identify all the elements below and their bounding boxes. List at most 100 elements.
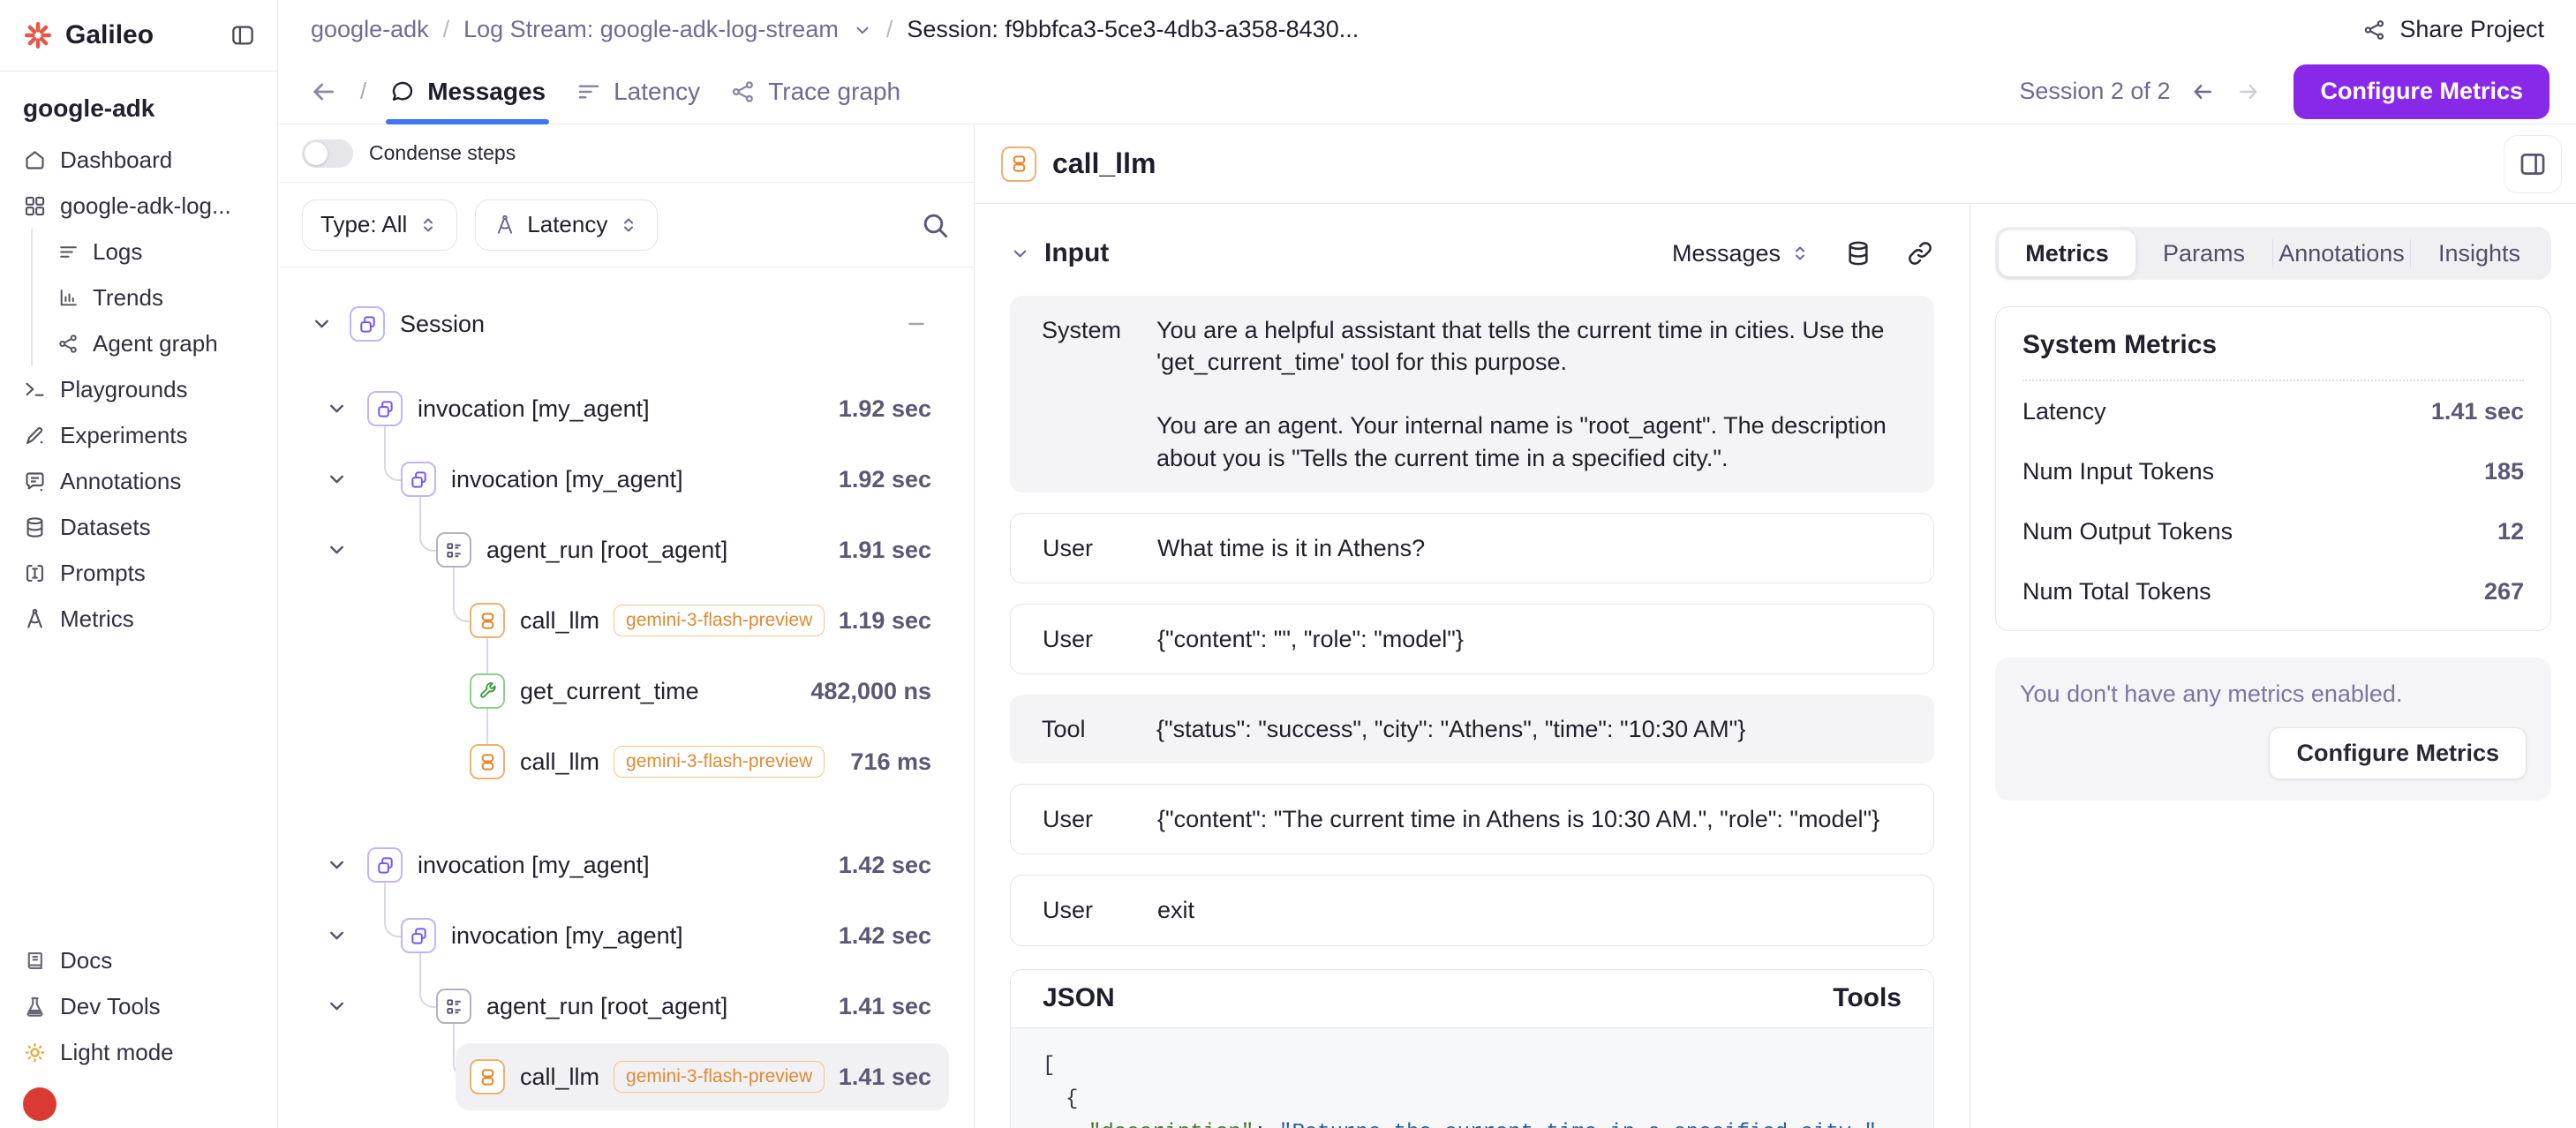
chevron-down-icon[interactable] bbox=[853, 20, 872, 40]
invocation-icon bbox=[367, 391, 403, 426]
tab-messages[interactable]: Messages bbox=[389, 59, 546, 124]
tree-row-label: call_llm bbox=[520, 748, 599, 776]
tab-metrics[interactable]: Metrics bbox=[1999, 230, 2135, 276]
tab-trace-graph[interactable]: Trace graph bbox=[730, 59, 900, 124]
sidebar-item-label: Playgrounds bbox=[60, 376, 188, 403]
invocation-icon bbox=[401, 462, 436, 497]
tree-row-session[interactable]: Session bbox=[279, 289, 974, 359]
tree-row-duration: 1.42 sec bbox=[839, 852, 974, 879]
metrics-empty-state: You don't have any metrics enabled. Conf… bbox=[1995, 658, 2551, 801]
sidebar-item-metrics[interactable]: Metrics bbox=[0, 596, 277, 642]
sidebar-item-experiments[interactable]: Experiments bbox=[0, 412, 277, 458]
tree-row-invocation[interactable]: invocation [my_agent] 1.42 sec bbox=[279, 900, 974, 971]
tree-row-agent-run[interactable]: agent_run [root_agent] 1.91 sec bbox=[279, 515, 974, 585]
raw-data-icon[interactable] bbox=[1844, 239, 1872, 267]
message-text: exit bbox=[1157, 894, 1902, 926]
metric-sort-select[interactable]: Latency bbox=[475, 199, 658, 251]
sidebar-item-agent-graph[interactable]: Agent graph bbox=[33, 320, 277, 366]
message-text: {"status": "success", "city": "Athens", … bbox=[1156, 713, 1902, 745]
chevron-down-icon[interactable] bbox=[326, 996, 348, 1018]
detail-region: call_llm Input Messages bbox=[975, 124, 2576, 1128]
sidebar-item-dashboard[interactable]: Dashboard bbox=[0, 137, 277, 183]
panel-right-icon bbox=[2518, 149, 2548, 179]
llm-icon bbox=[1001, 147, 1036, 182]
sidebar-item-datasets[interactable]: Datasets bbox=[0, 504, 277, 550]
message-card-user: User {"content": "", "role": "model"} bbox=[1010, 604, 1934, 674]
sidebar-item-logs[interactable]: Logs bbox=[33, 229, 277, 274]
configure-metrics-secondary-button[interactable]: Configure Metrics bbox=[2269, 727, 2527, 779]
model-badge: gemini-3-flash-preview bbox=[614, 1061, 825, 1093]
sidebar-item-light-mode[interactable]: Light mode bbox=[0, 1029, 277, 1075]
sidebar-item-label: Metrics bbox=[60, 605, 134, 633]
breadcrumb-session: Session: f9bbfca3-5ce3-4db3-a358-8430... bbox=[907, 16, 1359, 43]
chevron-down-icon[interactable] bbox=[326, 925, 348, 947]
top-header: google-adk / Log Stream: google-adk-log-… bbox=[279, 0, 2576, 59]
sidebar-item-docs[interactable]: Docs bbox=[0, 937, 277, 983]
tree-row-invocation[interactable]: invocation [my_agent] 1.92 sec bbox=[279, 444, 974, 515]
breadcrumb-project[interactable]: google-adk bbox=[311, 16, 429, 43]
tab-bar-right: Session 2 of 2 Configure Metrics bbox=[2019, 64, 2550, 119]
chevron-down-icon[interactable] bbox=[326, 854, 348, 876]
chevron-down-icon[interactable] bbox=[1010, 244, 1030, 264]
app-title: Galileo bbox=[65, 20, 217, 50]
path-separator: / bbox=[360, 78, 366, 105]
next-session-arrow-icon[interactable] bbox=[2235, 79, 2262, 105]
sidebar-item-log-stream[interactable]: google-adk-log... bbox=[0, 183, 277, 229]
tree-row-call-llm[interactable]: call_llm gemini-3-flash-preview 716 ms bbox=[279, 726, 974, 797]
metric-value: 185 bbox=[2484, 458, 2524, 485]
tree-row-duration: 1.19 sec bbox=[839, 607, 974, 635]
chat-bubble-icon bbox=[389, 79, 416, 105]
breadcrumb-log-stream[interactable]: Log Stream: google-adk-log-stream bbox=[463, 16, 839, 43]
metric-compass-icon bbox=[493, 214, 516, 237]
sidebar-collapse-icon[interactable] bbox=[230, 22, 256, 49]
back-arrow-icon[interactable] bbox=[309, 78, 337, 106]
type-filter-select[interactable]: Type: All bbox=[302, 199, 457, 251]
metric-sort-label: Latency bbox=[527, 211, 607, 238]
previous-session-arrow-icon[interactable] bbox=[2189, 79, 2216, 105]
sidebar-item-annotations[interactable]: Annotations bbox=[0, 458, 277, 504]
messages-column: Input Messages System bbox=[975, 204, 1970, 1128]
tree-row-label: agent_run [root_agent] bbox=[486, 537, 727, 564]
share-project-button[interactable]: Share Project bbox=[2362, 16, 2544, 43]
metric-value: 267 bbox=[2484, 578, 2524, 605]
breadcrumb-separator: / bbox=[886, 16, 893, 43]
collapse-minus-icon[interactable] bbox=[905, 312, 974, 335]
system-metrics-card: System Metrics Latency 1.41 sec Num Inpu… bbox=[1995, 306, 2551, 631]
user-account-row[interactable] bbox=[0, 1075, 277, 1128]
chevron-down-icon[interactable] bbox=[311, 313, 333, 335]
tab-insights[interactable]: Insights bbox=[2411, 230, 2548, 276]
search-icon[interactable] bbox=[919, 209, 951, 241]
chevron-down-icon[interactable] bbox=[326, 469, 348, 491]
sidebar-item-dev-tools[interactable]: Dev Tools bbox=[0, 983, 277, 1029]
sidebar-item-label: Prompts bbox=[60, 560, 146, 587]
tree-row-call-llm-selected[interactable]: call_llm gemini-3-flash-preview 1.41 sec bbox=[279, 1042, 974, 1112]
tree-row-tool[interactable]: get_current_time 482,000 ns bbox=[279, 656, 974, 726]
panel-toggle-button[interactable] bbox=[2504, 135, 2562, 193]
configure-metrics-button[interactable]: Configure Metrics bbox=[2294, 64, 2550, 119]
tree-row-agent-run[interactable]: agent_run [root_agent] 1.41 sec bbox=[279, 971, 974, 1042]
tools-json-card: JSON Tools [ { "description": "Returns t… bbox=[1010, 969, 1934, 1128]
chevron-up-down-icon bbox=[1789, 243, 1811, 264]
sidebar-item-playgrounds[interactable]: Playgrounds bbox=[0, 366, 277, 412]
tree-row-call-llm[interactable]: call_llm gemini-3-flash-preview 1.19 sec bbox=[279, 585, 974, 656]
tab-latency[interactable]: Latency bbox=[576, 59, 700, 124]
chevron-down-icon[interactable] bbox=[326, 398, 348, 420]
tab-annotations[interactable]: Annotations bbox=[2273, 230, 2410, 276]
sidebar-item-label: Annotations bbox=[60, 468, 181, 495]
sidebar-item-prompts[interactable]: Prompts bbox=[0, 550, 277, 596]
metrics-panel: Metrics Params Annotations Insights Syst… bbox=[1970, 204, 2576, 1128]
sidebar-item-label: Experiments bbox=[60, 422, 188, 449]
messages-view-select[interactable]: Messages bbox=[1672, 240, 1811, 267]
condense-steps-toggle[interactable] bbox=[302, 139, 353, 168]
sidebar-item-label: Datasets bbox=[60, 514, 151, 541]
pencil-icon bbox=[23, 424, 47, 447]
agent-run-icon bbox=[436, 989, 471, 1024]
tree-row-label: invocation [my_agent] bbox=[418, 852, 650, 879]
metric-row: Num Total Tokens 267 bbox=[2022, 561, 2524, 621]
sidebar-item-trends[interactable]: Trends bbox=[33, 274, 277, 320]
chevron-down-icon[interactable] bbox=[326, 539, 348, 561]
tab-params[interactable]: Params bbox=[2135, 230, 2272, 276]
tools-header-label: Tools bbox=[1833, 983, 1902, 1013]
link-icon[interactable] bbox=[1906, 239, 1934, 267]
sidebar-item-label: Agent graph bbox=[93, 330, 218, 357]
